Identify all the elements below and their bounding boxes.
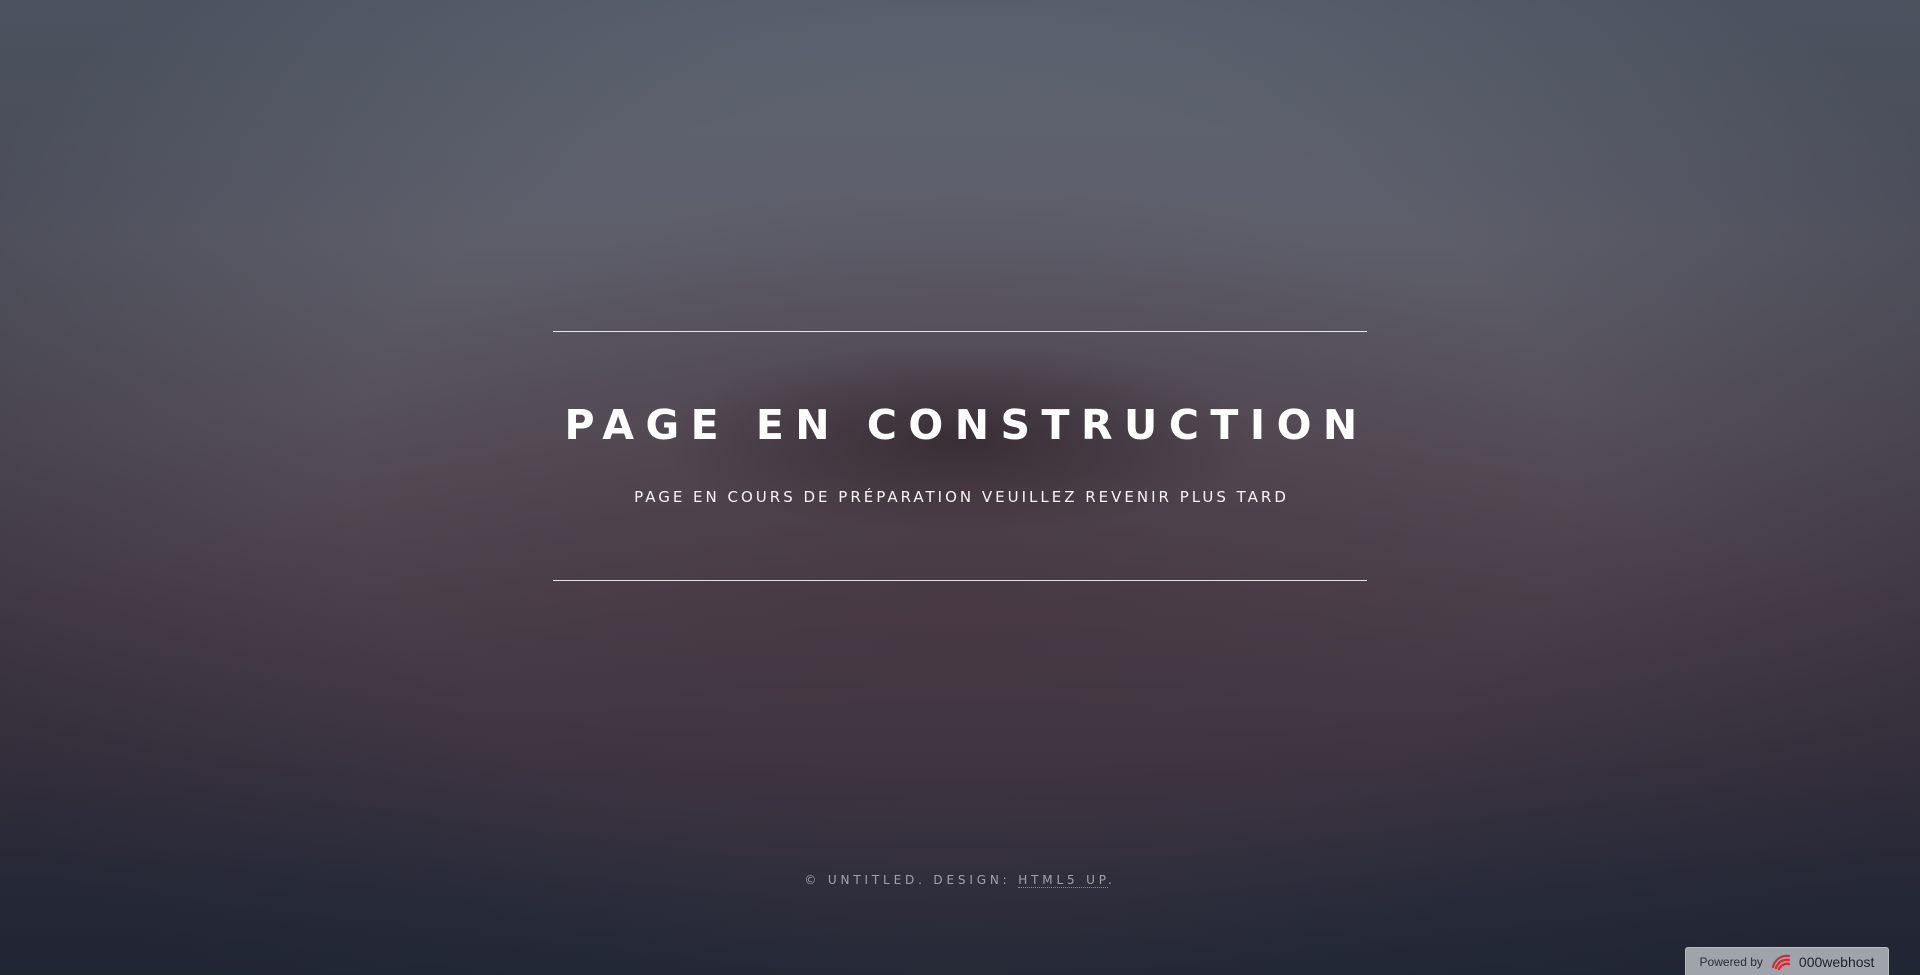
powered-by-badge[interactable]: Powered by 000webhost xyxy=(1685,947,1889,975)
000webhost-logo-icon xyxy=(1769,952,1793,972)
page-subtitle: PAGE EN COURS DE PRÉPARATION VEUILLEZ RE… xyxy=(634,488,1289,506)
page-title: PAGE EN CONSTRUCTION xyxy=(564,401,1369,449)
copyright-suffix: . xyxy=(1107,873,1116,887)
page-footer: © UNTITLED. DESIGN: HTML5 UP. xyxy=(0,873,1920,888)
page-header: PAGE EN CONSTRUCTION PAGE EN COURS DE PR… xyxy=(553,331,1367,581)
powered-by-label: Powered by xyxy=(1699,954,1763,969)
html5up-link[interactable]: HTML5 UP xyxy=(1018,873,1108,888)
copyright-text: © UNTITLED. DESIGN: xyxy=(804,873,1019,887)
000webhost-brand-name: 000webhost xyxy=(1798,953,1875,970)
